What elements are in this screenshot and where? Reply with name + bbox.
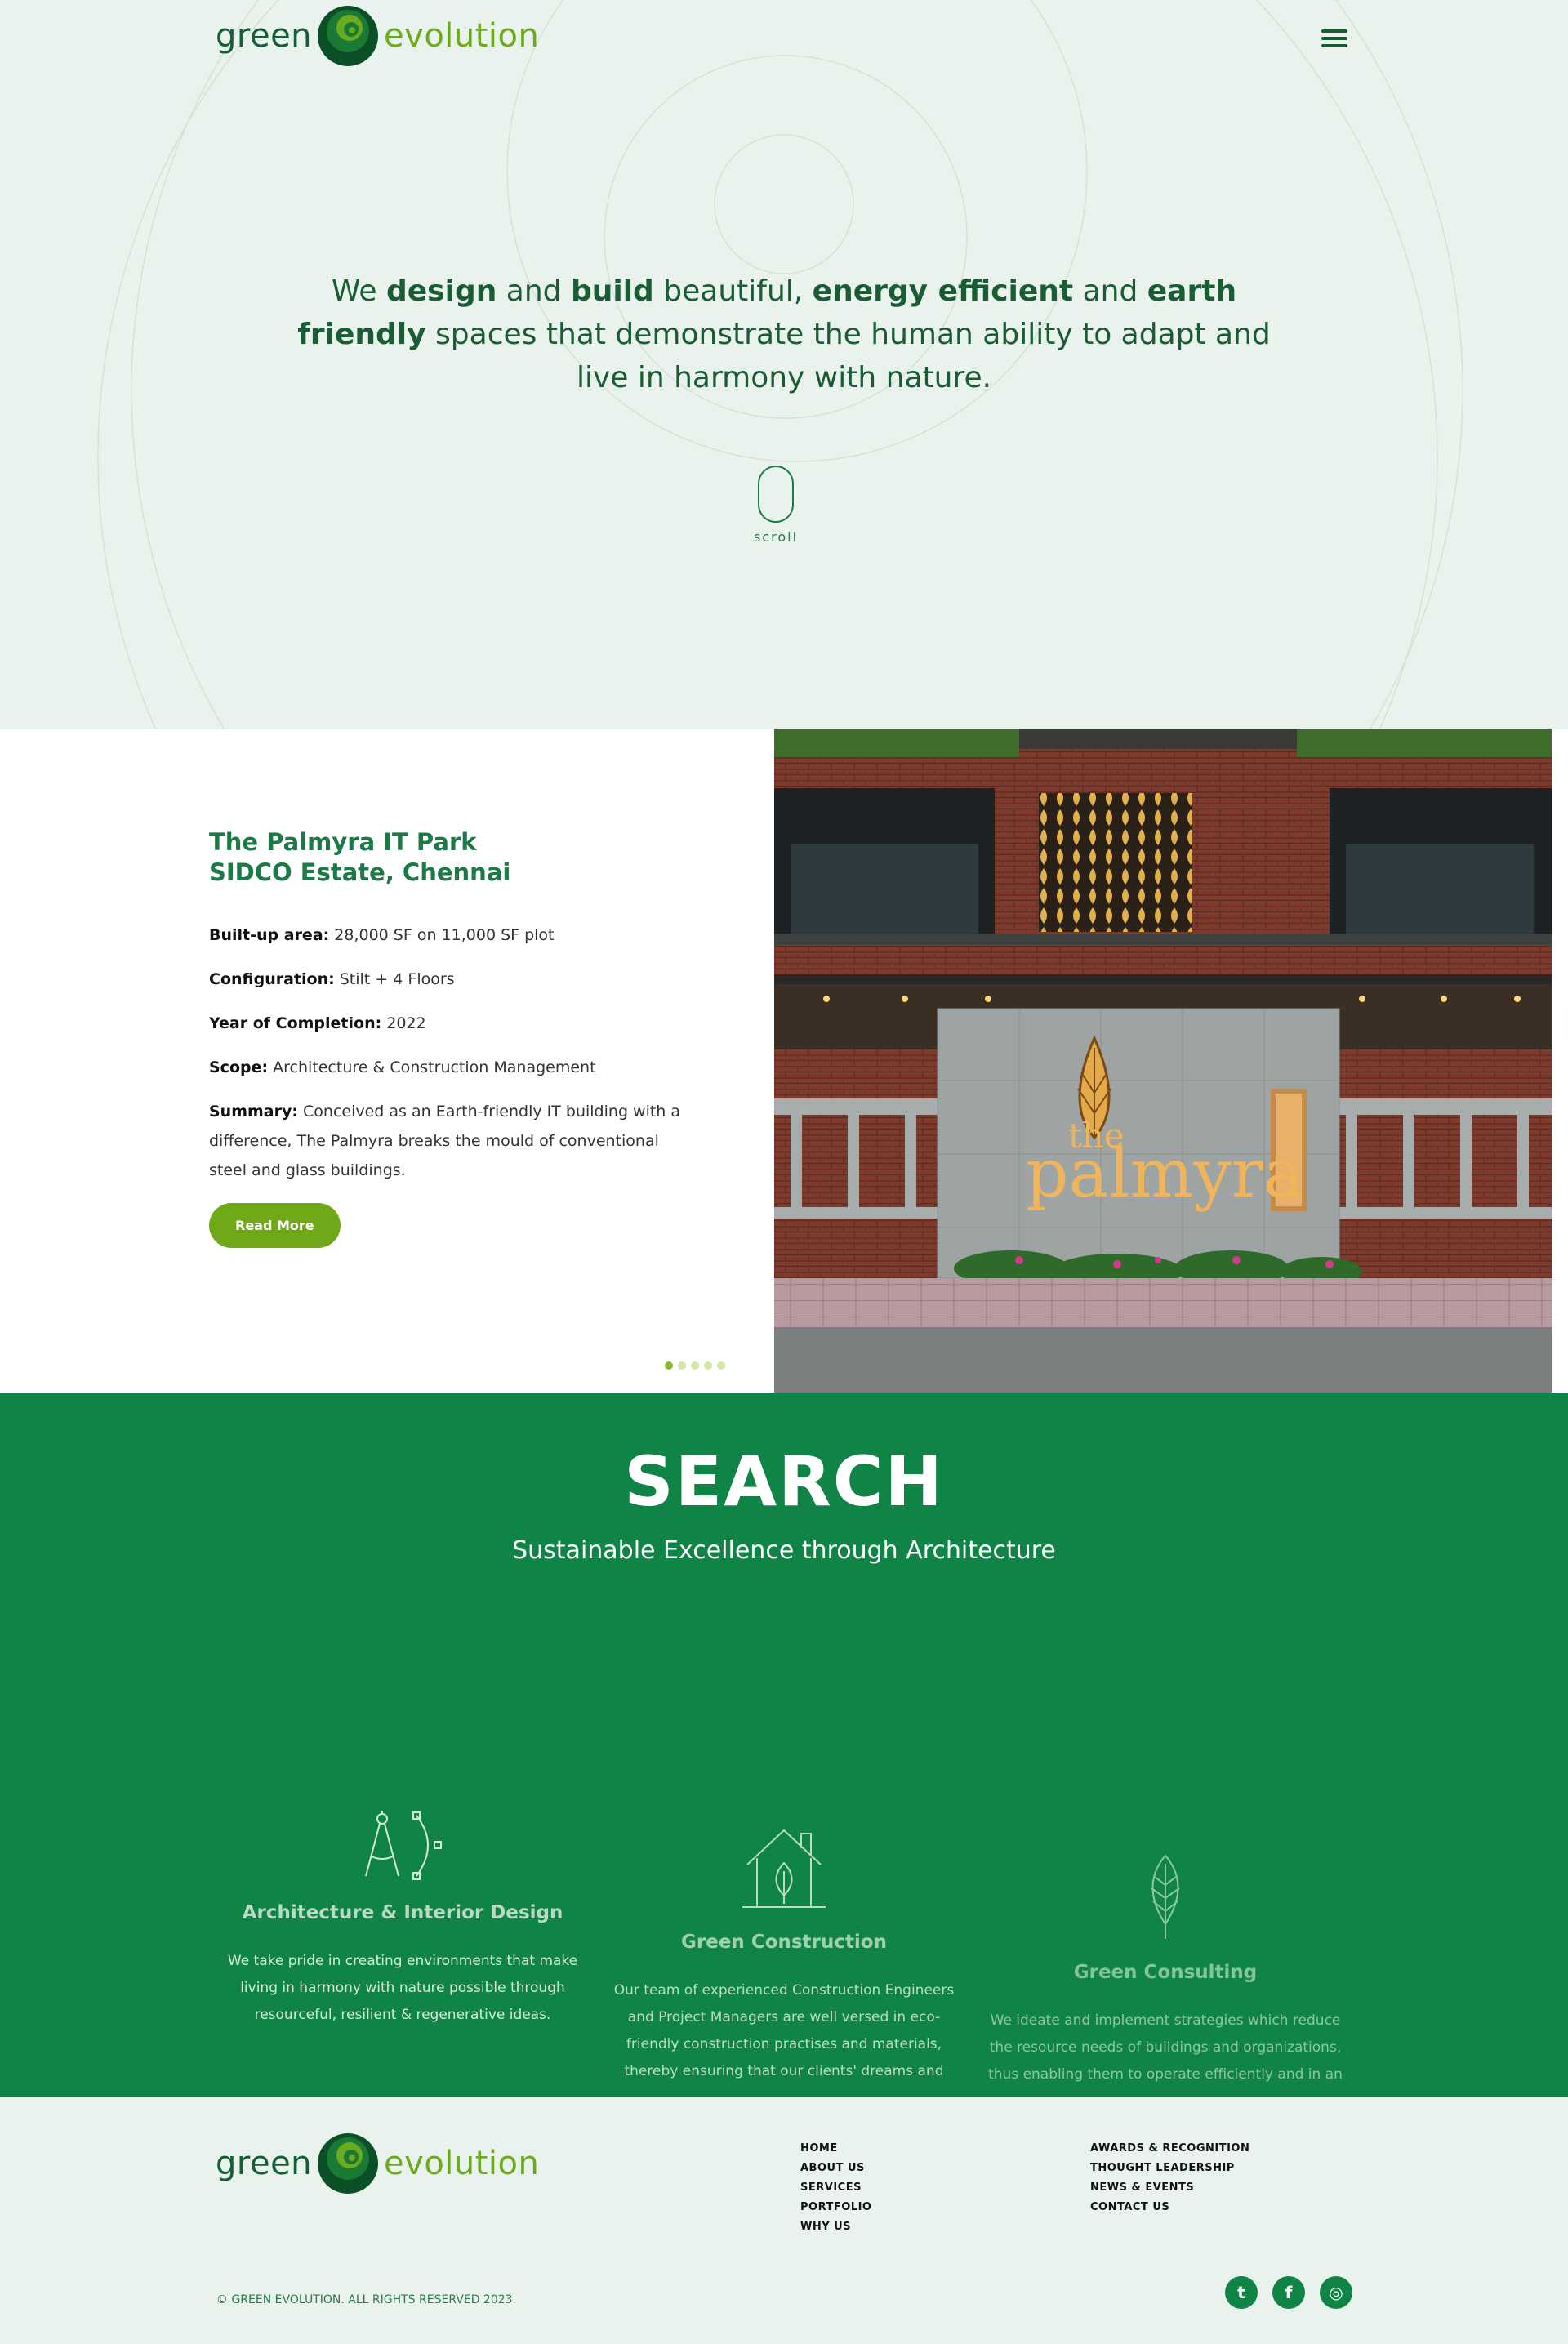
service-description: We take pride in creating environments t…	[227, 1953, 578, 2023]
leaf-icon	[1151, 1854, 1180, 1939]
service-green-construction[interactable]: Green Construction Our team of experienc…	[604, 1822, 964, 2085]
facebook-icon[interactable]: f	[1272, 2276, 1305, 2309]
scroll-indicator-icon[interactable]	[758, 466, 794, 523]
sign-palmyra: palmyra	[1026, 1135, 1303, 1213]
footer-link-portfolio[interactable]: PORTFOLIO	[800, 2198, 871, 2217]
spec-year: Year of Completion: 2022	[209, 1014, 426, 1032]
project-info: The Palmyra IT Park SIDCO Estate, Chenna…	[209, 827, 699, 1248]
compass-icon	[365, 1811, 442, 1880]
logo-word-green: green	[216, 17, 313, 55]
logo-word-evolution: evolution	[384, 2145, 540, 2182]
service-architecture[interactable]: Architecture & Interior Design We take p…	[223, 1809, 582, 2029]
search-subheading: Sustainable Excellence through Architect…	[512, 1536, 1056, 1565]
spec-summary: Summary: Conceived as an Earth-friendly …	[209, 1103, 681, 1179]
spec-configuration: Configuration: Stilt + 4 Floors	[209, 970, 455, 988]
spec-builtup-area: Built-up area: 28,000 SF on 11,000 SF pl…	[209, 926, 555, 944]
footer-link-awards[interactable]: AWARDS & RECOGNITION	[1090, 2139, 1250, 2159]
footer-link-news[interactable]: NEWS & EVENTS	[1090, 2178, 1250, 2198]
slider-dot[interactable]	[678, 1361, 686, 1370]
copyright-text: © GREEN EVOLUTION. ALL RIGHTS RESERVED 2…	[216, 2293, 517, 2306]
footer-nav-secondary: AWARDS & RECOGNITION THOUGHT LEADERSHIP …	[1090, 2139, 1250, 2217]
social-links: t f ◎	[1225, 2276, 1352, 2309]
scroll-label: scroll	[753, 529, 799, 545]
twitter-icon[interactable]: t	[1225, 2276, 1258, 2309]
footer-link-home[interactable]: HOME	[800, 2139, 871, 2159]
slider-dot[interactable]	[665, 1361, 673, 1370]
service-title: Green Construction	[681, 1932, 887, 1953]
hero-tagline: We design and build beautiful, energy ef…	[297, 274, 1271, 394]
slider-pagination	[665, 1361, 725, 1370]
featured-project-slide: The Palmyra IT Park SIDCO Estate, Chenna…	[0, 729, 1568, 1393]
service-title: Green Consulting	[1073, 1962, 1258, 1983]
logo-word-green: green	[216, 2145, 313, 2182]
spec-scope: Scope: Architecture & Construction Manag…	[209, 1058, 596, 1076]
menu-icon[interactable]	[1321, 29, 1348, 51]
footer-logo[interactable]: green evolution	[216, 2132, 539, 2195]
site-footer: green evolution HOME ABOUT US SERVICES P…	[0, 2097, 1568, 2344]
read-more-button[interactable]: Read More	[209, 1203, 341, 1248]
house-leaf-icon	[742, 1829, 826, 1908]
footer-link-about[interactable]: ABOUT US	[800, 2159, 871, 2178]
logo-word-evolution: evolution	[384, 17, 540, 55]
brand-logo[interactable]: green evolution	[216, 5, 539, 67]
search-heading: SEARCH	[624, 1442, 944, 1522]
service-description: Our team of experienced Construction Eng…	[613, 1982, 955, 2079]
project-title: The Palmyra IT Park SIDCO Estate, Chenna…	[209, 828, 511, 886]
instagram-icon[interactable]: ◎	[1320, 2276, 1352, 2309]
slider-dot[interactable]	[691, 1361, 699, 1370]
footer-link-contact[interactable]: CONTACT US	[1090, 2198, 1250, 2217]
footer-link-thought-leadership[interactable]: THOUGHT LEADERSHIP	[1090, 2159, 1250, 2178]
hero-section: green evolution We design and build beau…	[0, 0, 1568, 729]
service-description: We ideate and implement strategies which…	[988, 2012, 1343, 2083]
project-photo: the palmyra	[774, 729, 1552, 1393]
logo-mark-icon	[318, 2133, 379, 2194]
service-title: Architecture & Interior Design	[242, 1902, 564, 1923]
slider-dot[interactable]	[717, 1361, 725, 1370]
footer-nav-primary: HOME ABOUT US SERVICES PORTFOLIO WHY US	[800, 2139, 871, 2237]
footer-link-services[interactable]: SERVICES	[800, 2178, 871, 2198]
logo-mark-icon	[318, 6, 379, 66]
footer-link-why-us[interactable]: WHY US	[800, 2217, 871, 2237]
service-green-consulting[interactable]: Green Consulting We ideate and implement…	[986, 1852, 1345, 2088]
slider-dot[interactable]	[704, 1361, 712, 1370]
services-section: SEARCH Sustainable Excellence through Ar…	[0, 1393, 1568, 2097]
